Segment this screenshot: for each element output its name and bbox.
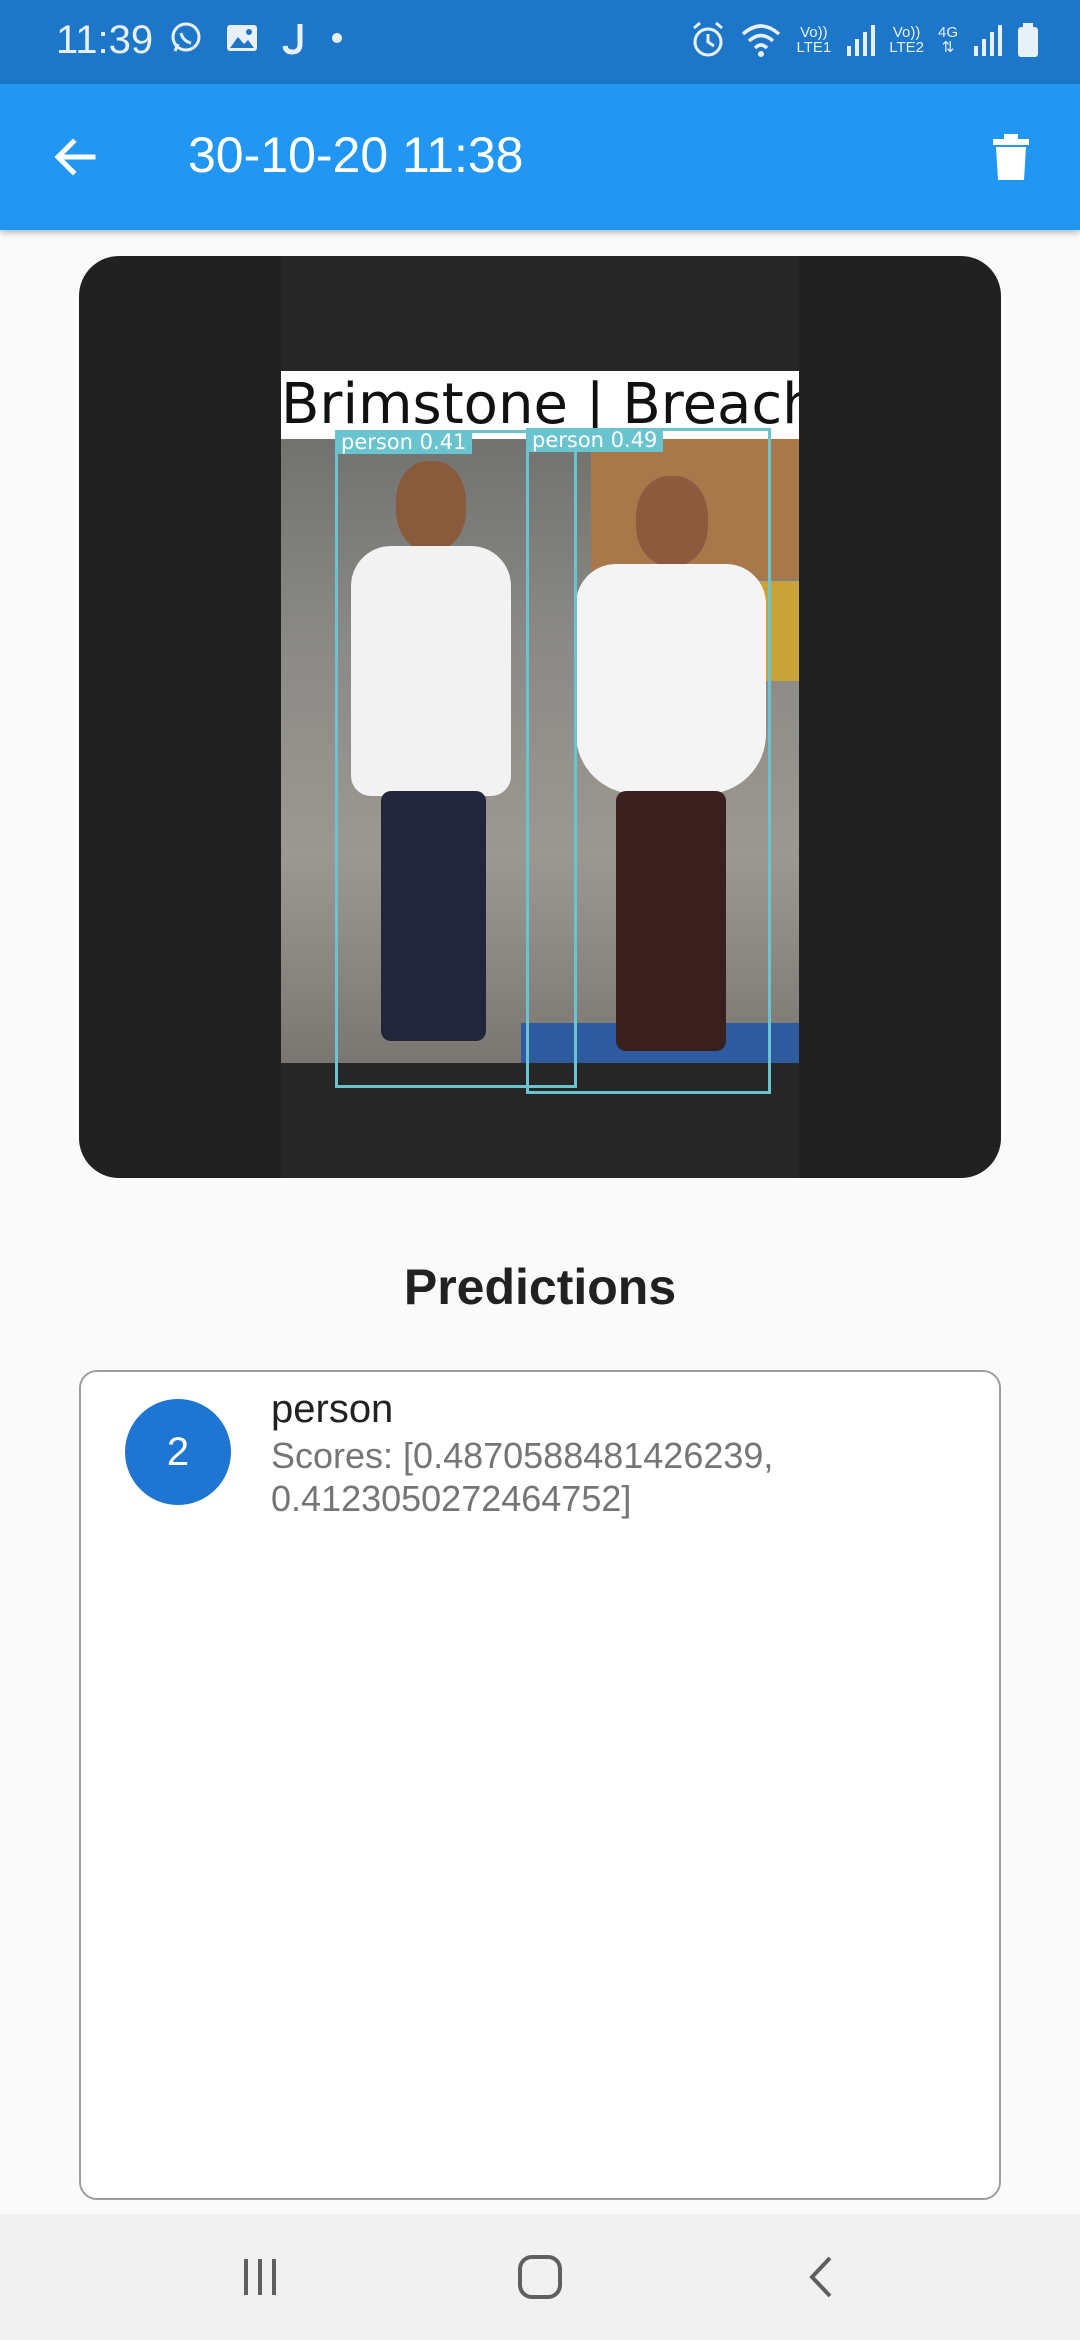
data-arrows-icon: ⇅	[941, 39, 955, 56]
arrow-back-icon	[54, 138, 96, 176]
bounding-box-person-2: person 0.49	[526, 428, 771, 1094]
delete-button[interactable]	[978, 124, 1044, 190]
gallery-icon	[227, 25, 257, 51]
lte2-label: LTE2	[889, 39, 924, 56]
detection-image-card: Brimstone | Breach person 0.41 person 0.…	[79, 256, 1001, 1178]
prediction-label: person	[271, 1387, 394, 1431]
volte1-label: Vo))	[800, 24, 828, 41]
dot-icon	[332, 33, 342, 43]
alarm-icon	[693, 21, 724, 57]
battery-icon	[1018, 23, 1038, 57]
j-app-icon	[282, 24, 303, 55]
count-avatar: 2	[125, 1399, 231, 1505]
status-time: 11:39	[56, 18, 154, 62]
status-bar: 11:39 Vo)) LTE1 Vo)) LTE2 4G ⇅	[0, 0, 1080, 84]
home-icon	[518, 2255, 562, 2299]
bounding-box-label: person 0.41	[335, 430, 473, 454]
predictions-heading: Predictions	[403, 1259, 677, 1315]
recents-icon	[244, 2259, 276, 2295]
volte-lte2-icon: Vo)) LTE2	[889, 25, 924, 55]
volte-lte1-icon: Vo)) LTE1	[796, 25, 831, 55]
home-button[interactable]	[500, 2244, 580, 2310]
4g-icon: 4G ⇅	[938, 25, 958, 55]
volte2-label: Vo))	[892, 24, 921, 41]
back-nav-button[interactable]	[782, 2244, 862, 2310]
page-title: 30-10-20 11:38	[188, 127, 524, 183]
system-nav-bar	[0, 2214, 1080, 2340]
lte1-label: LTE1	[796, 39, 832, 56]
prediction-scores: Scores: [0.4870588481426239, 0.412305027…	[271, 1435, 774, 1519]
status-right-icons: Vo)) LTE1 Vo)) LTE2 4G ⇅	[690, 20, 1040, 60]
trash-icon	[993, 134, 1029, 180]
status-left-icons	[168, 20, 344, 56]
whatsapp-icon	[171, 22, 201, 52]
net-label: 4G	[937, 24, 958, 41]
signal-2-icon	[974, 25, 1002, 56]
list-item[interactable]: 2 person Scores: [0.4870588481426239, 0.…	[81, 1372, 999, 1532]
predictions-list[interactable]: 2 person Scores: [0.4870588481426239, 0.…	[79, 1370, 1001, 2200]
wifi-icon	[742, 24, 781, 57]
recents-button[interactable]	[220, 2244, 300, 2310]
app-bar: 30-10-20 11:38	[0, 84, 1080, 230]
signal-1-icon	[847, 25, 876, 56]
bounding-box-label: person 0.49	[526, 428, 664, 452]
back-nav-icon	[809, 2256, 832, 2298]
back-button[interactable]	[42, 124, 108, 190]
